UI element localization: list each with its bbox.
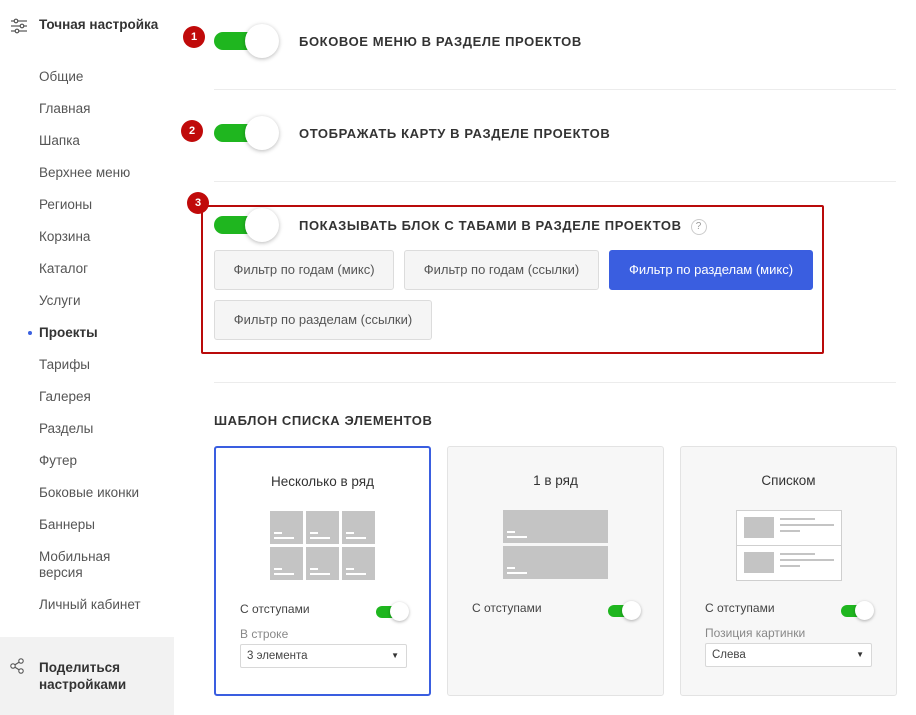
padding-toggle[interactable] [608,601,641,621]
card-title: Списком [761,473,816,488]
sidebar-nav: Общие Главная Шапка Верхнее меню Регионы… [28,69,149,629]
sidebar-menu-toggle[interactable] [214,24,279,58]
tab-filter-sections-links[interactable]: Фильтр по разделам (ссылки) [214,300,432,340]
show-tabs-toggle[interactable] [214,208,279,242]
sidebar-item-cart[interactable]: Корзина [39,229,149,261]
setting-label-sidebar-menu: БОКОВОЕ МЕНЮ В РАЗДЕЛЕ ПРОЕКТОВ [299,34,582,49]
sidebar-item-projects[interactable]: Проекты [28,325,149,357]
padding-toggle[interactable] [376,602,409,622]
template-card-single[interactable]: 1 в ряд С отступами [447,446,664,696]
tab-filter-years-mix[interactable]: Фильтр по годам (микс) [214,250,394,290]
divider [214,89,896,90]
option-label-padding: С отступами [705,601,775,615]
tab-filter-sections-mix[interactable]: Фильтр по разделам (микс) [609,250,813,290]
toggle-knob [245,208,279,242]
sidebar-item-services[interactable]: Услуги [39,293,149,325]
card-title: 1 в ряд [533,473,578,488]
help-icon[interactable]: ? [690,219,707,235]
card-title: Несколько в ряд [271,474,374,489]
toggle-knob [622,601,641,620]
setting-label-show-tabs: ПОКАЗЫВАТЬ БЛОК С ТАБАМИ В РАЗДЕЛЕ ПРОЕК… [299,218,707,235]
show-map-toggle[interactable] [214,116,279,150]
share-settings-label: Поделиться настройками [39,660,127,692]
annotation-badge-2: 2 [181,120,203,142]
share-settings-button[interactable]: Поделиться настройками [0,637,174,715]
sidebar-item-mobile[interactable]: Мобильная версия [39,549,149,597]
dropdown-arrow-icon: ▼ [391,651,399,660]
active-dot-icon [28,331,32,335]
toggle-knob [245,116,279,150]
sidebar-item-sections[interactable]: Разделы [39,421,149,453]
per-row-label: В строке [240,627,289,641]
template-card-grid[interactable]: Несколько в ряд С отступами В строке 3 э… [214,446,431,696]
sidebar-item-side-icons[interactable]: Боковые иконки [39,485,149,517]
divider [214,181,896,182]
option-label-padding: С отступами [240,602,310,616]
sidebar-header: Точная настройка [10,16,158,35]
annotation-badge-1: 1 [183,26,205,48]
sidebar-item-tariffs[interactable]: Тарифы [39,357,149,389]
sidebar-item-banners[interactable]: Баннеры [39,517,149,549]
toggle-knob [245,24,279,58]
section-title-list-template: ШАБЛОН СПИСКА ЭЛЕМЕНТОВ [214,413,433,428]
sidebar-item-main[interactable]: Главная [39,101,149,133]
dropdown-arrow-icon: ▼ [856,650,864,659]
sidebar: Точная настройка Общие Главная Шапка Вер… [0,0,174,715]
toggle-knob [390,602,409,621]
option-label-padding: С отступами [472,601,542,615]
share-icon [10,658,24,674]
per-row-select[interactable]: 3 элемента ▼ [240,644,407,668]
sidebar-item-top-menu[interactable]: Верхнее меню [39,165,149,197]
list-preview-icon [736,510,842,581]
padding-toggle[interactable] [841,601,874,621]
toggle-knob [855,601,874,620]
sidebar-item-catalog[interactable]: Каталог [39,261,149,293]
sidebar-item-footer[interactable]: Футер [39,453,149,485]
tab-filter-years-links[interactable]: Фильтр по годам (ссылки) [404,250,599,290]
template-card-list[interactable]: Списком С отступами Позиция картинки Сле… [680,446,897,696]
sidebar-item-regions[interactable]: Регионы [39,197,149,229]
annotation-badge-3: 3 [187,192,209,214]
sidebar-item-account[interactable]: Личный кабинет [39,597,149,629]
image-position-select[interactable]: Слева ▼ [705,643,872,667]
sliders-icon [11,18,27,34]
image-position-label: Позиция картинки [705,626,806,640]
sidebar-title: Точная настройка [39,17,159,32]
sidebar-item-general[interactable]: Общие [39,69,149,101]
setting-label-show-map: ОТОБРАЖАТЬ КАРТУ В РАЗДЕЛЕ ПРОЕКТОВ [299,126,611,141]
sidebar-item-gallery[interactable]: Галерея [39,389,149,421]
sidebar-item-header[interactable]: Шапка [39,133,149,165]
divider [214,382,896,383]
